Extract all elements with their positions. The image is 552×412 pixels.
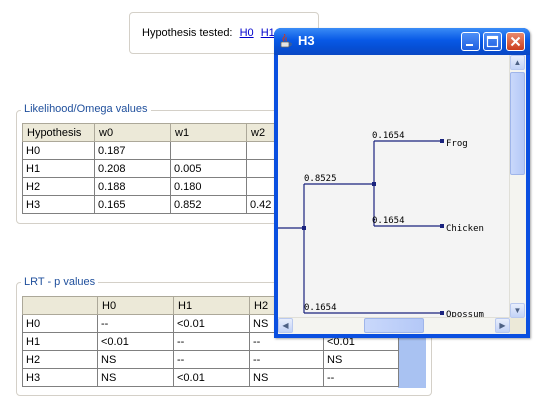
vertical-scrollbar[interactable]: ▲ ▼ xyxy=(509,55,526,318)
table-cell[interactable]: H0 xyxy=(22,141,95,160)
table-row[interactable]: H3 NS <0.01 NS -- xyxy=(22,368,399,387)
table-cell[interactable]: NS xyxy=(323,350,399,369)
table-cell[interactable]: NS xyxy=(249,368,324,387)
table-cell[interactable]: 0.165 xyxy=(94,195,171,214)
tree-frog-tip xyxy=(440,139,444,143)
tree-chicken-tip xyxy=(440,224,444,228)
column-header[interactable]: w0 xyxy=(94,123,171,142)
table-cell[interactable]: 0.005 xyxy=(170,159,247,178)
likelihood-group-title: Likelihood/Omega values xyxy=(21,103,151,115)
table-row[interactable]: H3 0.165 0.852 0.42 xyxy=(22,195,277,214)
column-header[interactable] xyxy=(22,296,98,315)
table-cell[interactable]: -- xyxy=(173,332,250,351)
table-cell[interactable]: 0.187 xyxy=(94,141,171,160)
column-header[interactable]: H1 xyxy=(173,296,250,315)
table-cell[interactable]: 0.188 xyxy=(94,177,171,196)
table-cell[interactable]: H2 xyxy=(22,177,95,196)
table-cell[interactable]: 0.852 xyxy=(170,195,247,214)
table-cell[interactable]: -- xyxy=(323,368,399,387)
branch-length-opossum: 0.1654 xyxy=(304,303,337,313)
java-icon xyxy=(280,34,292,48)
horizontal-scrollbar[interactable]: ◀ ▶ xyxy=(278,317,510,334)
column-header[interactable]: Hypothesis xyxy=(22,123,95,142)
maximize-icon xyxy=(486,35,499,48)
taxon-label-chicken: Chicken xyxy=(446,224,484,234)
table-cell[interactable]: H1 xyxy=(22,159,95,178)
table-cell[interactable] xyxy=(246,141,277,160)
table-cell[interactable]: <0.01 xyxy=(173,314,250,333)
branch-length-frog: 0.1654 xyxy=(372,131,405,141)
table-cell[interactable]: <0.01 xyxy=(97,332,174,351)
column-header[interactable]: w1 xyxy=(170,123,247,142)
window-titlebar[interactable]: H3 xyxy=(274,28,530,55)
tree-opossum-tip xyxy=(440,311,444,315)
scrollbar-corner xyxy=(510,318,526,334)
tree-internal-node xyxy=(372,182,376,186)
table-cell[interactable]: 0.208 xyxy=(94,159,171,178)
table-row[interactable]: H0 0.187 xyxy=(22,141,277,160)
horizontal-scroll-thumb[interactable] xyxy=(364,318,424,333)
vertical-scroll-thumb[interactable] xyxy=(510,72,525,175)
taxon-label-frog: Frog xyxy=(446,139,468,149)
tree-canvas: 0.1654 0.8525 0.1654 0.1654 Frog Chicken… xyxy=(278,55,526,334)
table-cell[interactable] xyxy=(170,141,247,160)
minimize-button[interactable] xyxy=(461,32,480,51)
table-cell[interactable]: H0 xyxy=(22,314,98,333)
maximize-button[interactable] xyxy=(483,32,502,51)
column-header[interactable]: w2 xyxy=(246,123,277,142)
hypothesis-row: Hypothesis tested: H0 H1 xyxy=(142,27,275,39)
close-icon xyxy=(510,36,521,47)
table-cell[interactable]: <0.01 xyxy=(173,368,250,387)
branch-length-internal: 0.8525 xyxy=(304,174,337,184)
table-cell[interactable]: -- xyxy=(249,350,324,369)
likelihood-header-row: Hypothesis w0 w1 w2 xyxy=(22,123,277,142)
table-cell[interactable]: H3 xyxy=(22,368,98,387)
close-button[interactable] xyxy=(506,32,525,51)
table-cell[interactable]: H3 xyxy=(22,195,95,214)
hypothesis-link-h1[interactable]: H1 xyxy=(261,27,275,39)
lrt-group-title: LRT - p values xyxy=(21,276,99,288)
tree-root-node xyxy=(302,226,306,230)
scroll-left-button[interactable]: ◀ xyxy=(278,318,293,333)
branch-length-chicken: 0.1654 xyxy=(372,216,405,226)
minimize-icon xyxy=(466,44,473,46)
table-row[interactable]: H2 0.188 0.180 xyxy=(22,177,277,196)
table-cell[interactable]: NS xyxy=(97,368,174,387)
table-cell[interactable]: -- xyxy=(97,314,174,333)
table-cell[interactable] xyxy=(246,177,277,196)
scroll-up-button[interactable]: ▲ xyxy=(510,55,525,70)
scroll-right-button[interactable]: ▶ xyxy=(495,318,510,333)
window-title: H3 xyxy=(298,33,315,48)
scroll-down-button[interactable]: ▼ xyxy=(510,303,525,318)
table-row[interactable]: H1 0.208 0.005 xyxy=(22,159,277,178)
likelihood-table[interactable]: Hypothesis w0 w1 w2 H0 0.187 H1 0.208 0.… xyxy=(22,123,277,214)
table-row[interactable]: H2 NS -- -- NS xyxy=(22,350,399,369)
column-header[interactable]: H0 xyxy=(97,296,174,315)
table-cell[interactable] xyxy=(246,159,277,178)
table-cell[interactable]: H2 xyxy=(22,350,98,369)
table-cell[interactable]: 0.180 xyxy=(170,177,247,196)
table-cell[interactable]: H1 xyxy=(22,332,98,351)
table-cell[interactable]: -- xyxy=(173,350,250,369)
phylogenetic-tree: 0.1654 0.8525 0.1654 0.1654 Frog Chicken… xyxy=(278,131,484,318)
table-cell[interactable]: NS xyxy=(97,350,174,369)
tree-window: H3 0.1654 0.8525 0.1654 0.1654 Frog Chic… xyxy=(274,28,530,338)
hypothesis-label: Hypothesis tested: xyxy=(142,27,233,39)
hypothesis-link-h0[interactable]: H0 xyxy=(240,27,254,39)
table-cell[interactable]: 0.42 xyxy=(246,195,277,214)
